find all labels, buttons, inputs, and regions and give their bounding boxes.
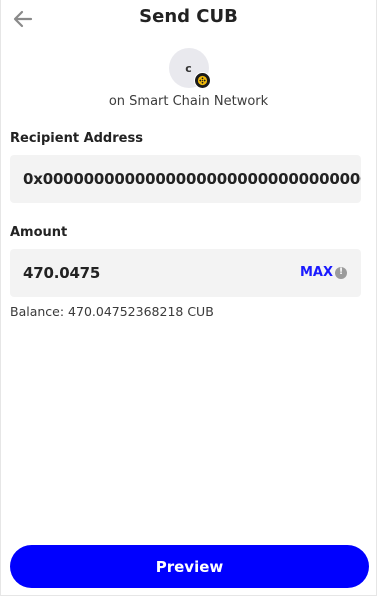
page-title: Send CUB — [139, 6, 238, 27]
header: Send CUB — [1, 0, 376, 38]
bnb-chain-icon — [193, 72, 211, 89]
recipient-address-value: 0x00000000000000000000000000000000000000… — [23, 170, 361, 188]
recipient-label: Recipient Address — [10, 131, 143, 146]
send-screen: Send CUB c on Smart Chain Network Recipi… — [0, 0, 377, 596]
recipient-address-field[interactable]: 0x00000000000000000000000000000000000000… — [10, 155, 361, 203]
token-avatar-wrap: c — [168, 48, 211, 89]
preview-button[interactable]: Preview — [10, 545, 369, 588]
amount-field[interactable]: 470.0475 MAX ! — [10, 249, 361, 297]
max-button[interactable]: MAX ! — [300, 265, 347, 280]
balance-text: Balance: 470.04752368218 CUB — [10, 304, 214, 319]
amount-label: Amount — [10, 225, 68, 240]
info-icon: ! — [335, 266, 347, 279]
network-label: on Smart Chain Network — [108, 94, 269, 109]
max-label: MAX — [299, 265, 333, 280]
amount-value: 470.0475 — [23, 264, 101, 282]
